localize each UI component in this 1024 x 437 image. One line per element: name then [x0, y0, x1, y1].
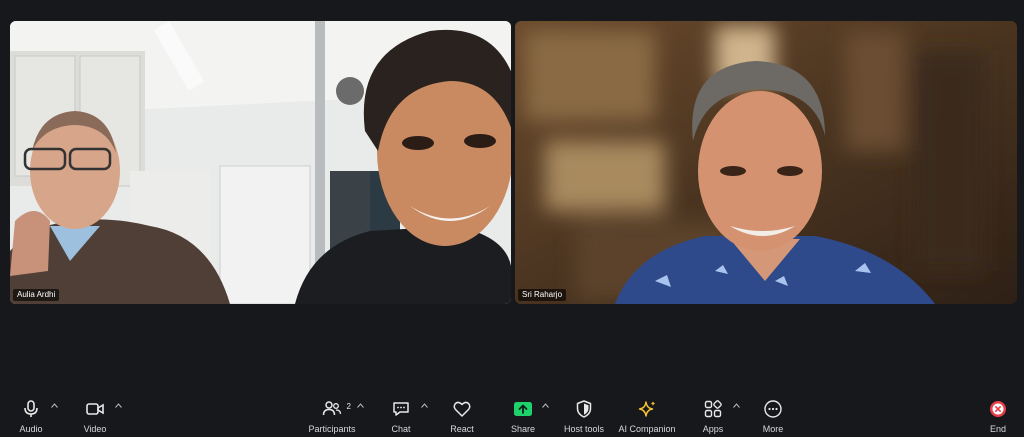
host-tools-label: Host tools [563, 424, 605, 434]
chat-options-caret[interactable] [419, 400, 429, 410]
participants-icon: 2 [319, 398, 351, 420]
video-button[interactable]: Video [82, 398, 108, 434]
chevron-up-icon [420, 402, 428, 408]
more-dots-icon [760, 398, 786, 420]
chat-label: Chat [391, 424, 411, 434]
sparkle-icon [634, 398, 660, 420]
video-tile-left[interactable]: Aulia Ardhi [10, 21, 511, 304]
participants-options-caret[interactable] [355, 400, 365, 410]
participants-button[interactable]: 2 Participants [306, 398, 358, 434]
share-arrow-icon [510, 398, 536, 420]
video-feed-right [515, 21, 1017, 304]
video-options-caret[interactable] [113, 400, 123, 410]
ai-companion-button[interactable]: AI Companion [617, 398, 677, 434]
more-label: More [762, 424, 784, 434]
share-options-caret[interactable] [540, 400, 550, 410]
chat-button[interactable]: Chat [388, 398, 414, 434]
video-camera-icon [82, 398, 108, 420]
share-button[interactable]: Share [509, 398, 537, 434]
shield-icon [571, 398, 597, 420]
end-meeting-button[interactable]: End [985, 398, 1011, 434]
meeting-toolbar: Audio Video 2 Participants Chat React Sh… [0, 392, 1024, 437]
apps-button[interactable]: Apps [700, 398, 726, 434]
end-label: End [989, 424, 1006, 434]
apps-icon [700, 398, 726, 420]
ai-companion-label: AI Companion [618, 424, 676, 434]
chevron-up-icon [356, 402, 364, 408]
audio-button[interactable]: Audio [18, 398, 44, 434]
video-label: Video [83, 424, 107, 434]
chevron-up-icon [50, 402, 58, 408]
chevron-up-icon [541, 402, 549, 408]
video-tile-right[interactable]: Sri Raharjo [515, 21, 1017, 304]
audio-label: Audio [19, 424, 43, 434]
participant-name-label: Aulia Ardhi [13, 289, 60, 301]
heart-icon [449, 398, 475, 420]
video-feed-left [10, 21, 511, 304]
share-label: Share [510, 424, 536, 434]
end-x-icon [985, 398, 1011, 420]
chevron-up-icon [114, 402, 122, 408]
microphone-icon [18, 398, 44, 420]
participant-name-label: Sri Raharjo [518, 289, 567, 301]
participants-count-badge: 2 [346, 402, 351, 411]
react-label: React [450, 424, 474, 434]
more-button[interactable]: More [760, 398, 786, 434]
host-tools-button[interactable]: Host tools [562, 398, 606, 434]
apps-options-caret[interactable] [731, 400, 741, 410]
react-button[interactable]: React [448, 398, 476, 434]
apps-label: Apps [702, 424, 724, 434]
participants-label: Participants [308, 424, 356, 434]
chat-icon [388, 398, 414, 420]
audio-options-caret[interactable] [49, 400, 59, 410]
chevron-up-icon [732, 402, 740, 408]
